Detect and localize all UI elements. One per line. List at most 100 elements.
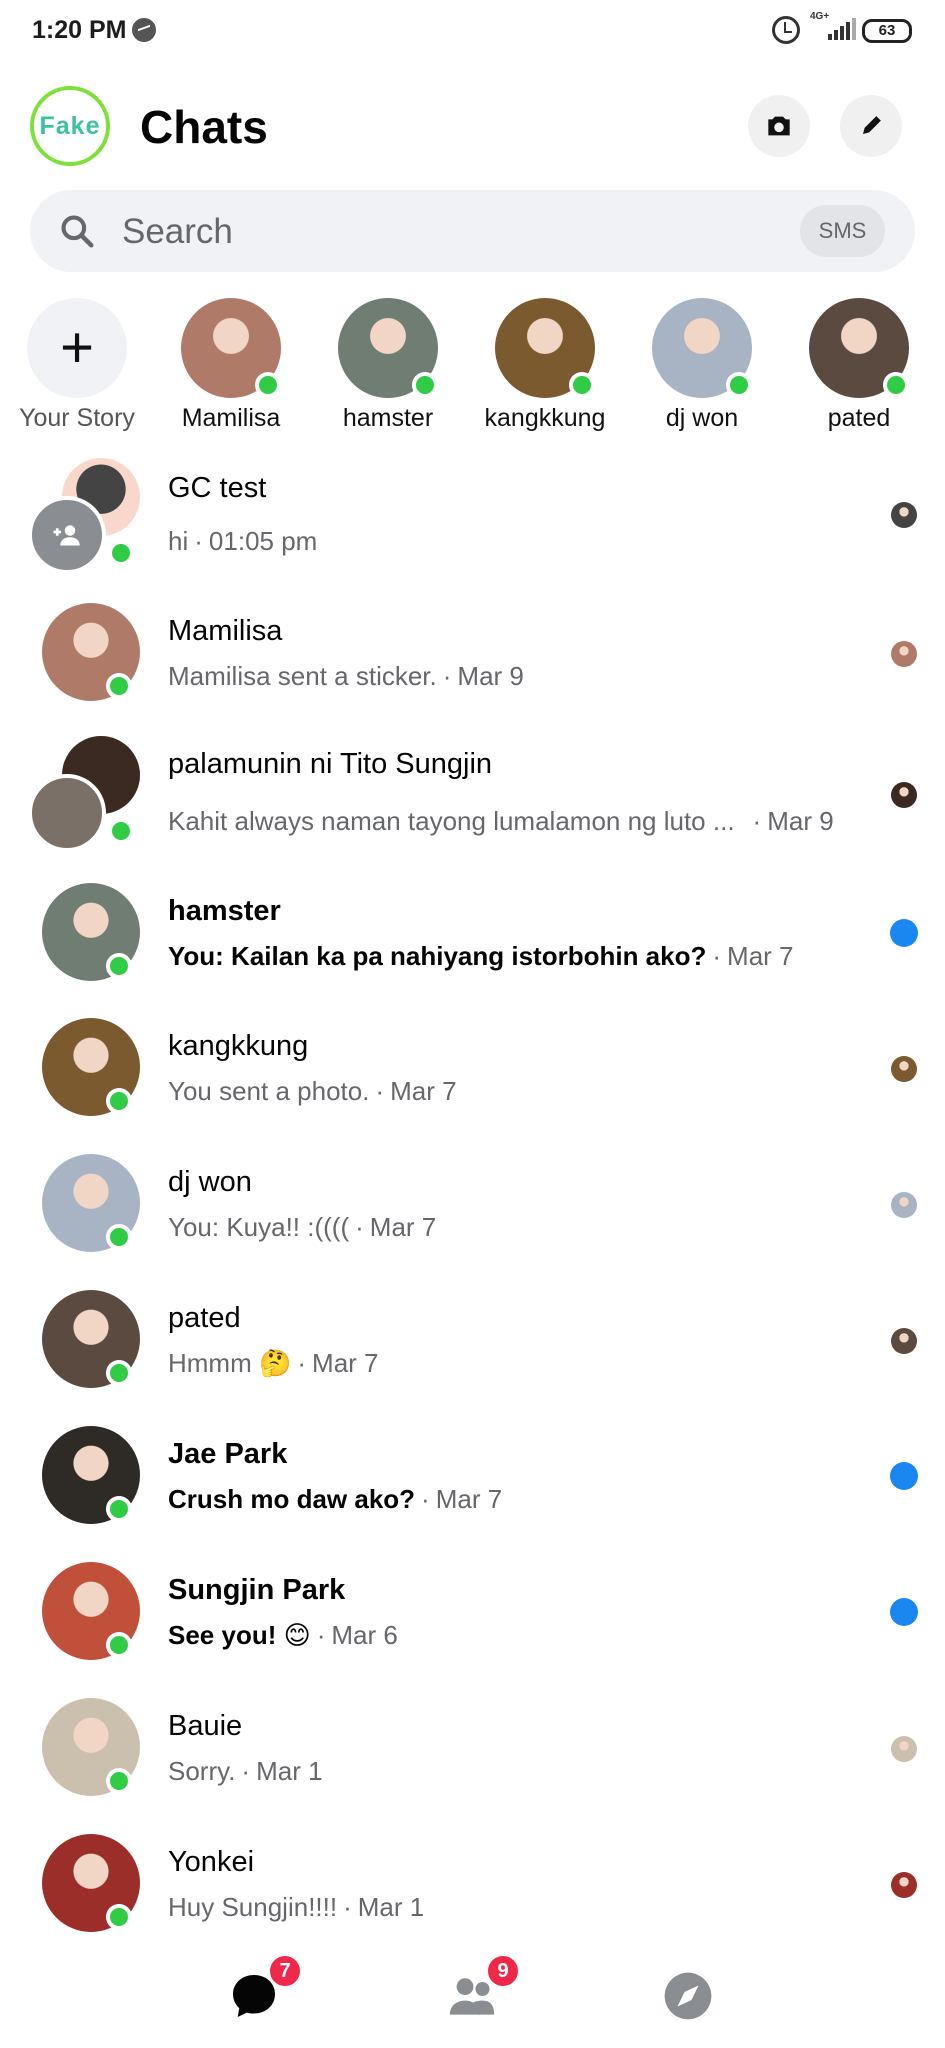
story-item[interactable]: hamster <box>323 298 453 433</box>
story-item[interactable]: kangkkung <box>480 298 610 433</box>
chat-row[interactable]: hamster You: Kailan ka pa nahiyang istor… <box>0 883 945 1015</box>
compass-icon <box>664 1972 712 2020</box>
status-time: 1:20 PM <box>32 16 127 44</box>
online-indicator <box>883 372 909 398</box>
page-title: Chats <box>140 101 268 153</box>
online-indicator <box>106 673 132 699</box>
chat-preview: See you! 😊 · Mar 6 <box>168 1620 398 1650</box>
chat-row[interactable]: Sungjin Park See you! 😊 · Mar 6 <box>0 1562 945 1694</box>
story-avatar <box>338 298 438 398</box>
story-name: hamster <box>342 404 434 432</box>
story-item[interactable]: dj won <box>637 298 767 433</box>
your-story-button[interactable]: + Your Story <box>12 298 142 433</box>
chat-name: GC test <box>168 472 267 504</box>
chat-preview: Mamilisa sent a sticker. · Mar 9 <box>168 661 524 691</box>
story-item[interactable]: pated <box>794 298 924 433</box>
online-indicator <box>106 1632 132 1658</box>
online-indicator <box>726 372 752 398</box>
chat-row[interactable]: dj won You: Kuya!! :((((· Mar 7 <box>0 1154 945 1286</box>
online-indicator <box>255 372 281 398</box>
pencil-icon <box>863 116 881 134</box>
signal-icon <box>828 18 856 40</box>
search-icon <box>61 215 94 248</box>
chat-name: Sungjin Park <box>168 1574 346 1606</box>
online-indicator <box>106 953 132 979</box>
online-indicator <box>106 1224 132 1250</box>
messenger-icon <box>132 18 156 42</box>
group-avatar-secondary <box>28 774 106 852</box>
chat-name: Bauie <box>168 1710 243 1742</box>
chat-row[interactable]: Mamilisa Mamilisa sent a sticker. · Mar 9 <box>0 603 945 735</box>
add-story-icon: + <box>27 298 127 398</box>
story-name: dj won <box>665 404 739 432</box>
chat-row[interactable]: Bauie Sorry. · Mar 1 <box>0 1698 945 1830</box>
read-receipt-avatar <box>891 782 917 808</box>
online-indicator <box>106 1496 132 1522</box>
chat-preview: Hmmm 🤔 · Mar 7 <box>168 1348 379 1378</box>
profile-avatar[interactable]: Fake <box>30 86 110 166</box>
discover-tab[interactable] <box>660 1968 716 2024</box>
chat-preview: Sorry. · Mar 1 <box>168 1756 323 1786</box>
compose-button[interactable] <box>840 95 902 157</box>
chats-tab[interactable]: 7 <box>226 1954 302 2024</box>
chat-preview: You: Kuya!! :((((· Mar 7 <box>168 1212 437 1242</box>
chat-name: pated <box>168 1302 241 1334</box>
chat-name: kangkkung <box>168 1030 309 1062</box>
chat-preview: Huy Sungjin!!!! · Mar 1 <box>168 1892 425 1922</box>
bottom-nav: 7 9 <box>0 1940 945 2048</box>
read-receipt-avatar <box>891 502 917 528</box>
story-avatar <box>495 298 595 398</box>
chat-row[interactable]: Jae Park Crush mo daw ako? · Mar 7 <box>0 1426 945 1558</box>
unread-indicator <box>890 1598 918 1626</box>
unread-indicator <box>890 919 918 947</box>
read-receipt-avatar <box>891 1736 917 1762</box>
chat-name: Jae Park <box>168 1438 288 1470</box>
chat-preview: Kahit always naman tayong lumalamon ng l… <box>168 806 834 836</box>
chat-preview: You: Kailan ka pa nahiyang istorbohin ak… <box>168 941 794 971</box>
story-name: pated <box>827 404 891 432</box>
read-receipt-avatar <box>891 641 917 667</box>
online-indicator <box>106 1768 132 1794</box>
people-count-badge: 9 <box>486 1954 520 1988</box>
online-indicator <box>106 1360 132 1386</box>
chat-row[interactable]: palamunin ni Tito Sungjin Kahit always n… <box>0 736 945 868</box>
chat-name: Mamilisa <box>168 615 283 647</box>
unread-count-badge: 7 <box>268 1954 302 1988</box>
read-receipt-avatar <box>891 1056 917 1082</box>
online-indicator <box>106 1904 132 1930</box>
read-receipt-avatar <box>891 1192 917 1218</box>
search-bar[interactable]: Search SMS <box>30 190 915 272</box>
camera-icon <box>768 116 790 136</box>
chat-row[interactable]: pated Hmmm 🤔 · Mar 7 <box>0 1290 945 1422</box>
online-indicator <box>412 372 438 398</box>
story-avatar <box>181 298 281 398</box>
story-label: Your Story <box>19 404 135 432</box>
online-indicator <box>108 540 134 566</box>
chats-screen: 1:20 PM 4G+ 63 Fake Chats Search SMS + Y… <box>0 0 945 2048</box>
alarm-icon <box>772 16 800 44</box>
chat-name: Yonkei <box>168 1846 255 1878</box>
story-item[interactable]: Mamilisa <box>166 298 296 433</box>
chat-name: hamster <box>168 895 281 927</box>
story-name: Mamilisa <box>181 404 281 432</box>
read-receipt-avatar <box>891 1872 917 1898</box>
online-indicator <box>569 372 595 398</box>
read-receipt-avatar <box>891 1328 917 1354</box>
camera-button[interactable] <box>748 95 810 157</box>
chat-row[interactable]: GC test hi · 01:05 pm <box>0 458 945 590</box>
sms-button[interactable]: SMS <box>800 205 885 257</box>
story-avatar <box>652 298 752 398</box>
battery-icon: 63 <box>862 19 912 43</box>
chat-preview: hi · 01:05 pm <box>168 526 318 556</box>
stories-row: + Your Story Mamilisa hamster kangkkung … <box>0 298 945 448</box>
story-avatar <box>809 298 909 398</box>
search-input[interactable]: Search <box>122 212 233 252</box>
unread-indicator <box>890 1462 918 1490</box>
story-name: kangkkung <box>484 404 606 432</box>
status-bar: 1:20 PM 4G+ 63 <box>0 0 945 62</box>
people-tab[interactable]: 9 <box>444 1954 520 2024</box>
online-indicator <box>106 1088 132 1114</box>
add-person-icon <box>28 496 106 574</box>
chat-preview: Crush mo daw ako? · Mar 7 <box>168 1484 503 1514</box>
chat-row[interactable]: kangkkung You sent a photo. · Mar 7 <box>0 1018 945 1150</box>
